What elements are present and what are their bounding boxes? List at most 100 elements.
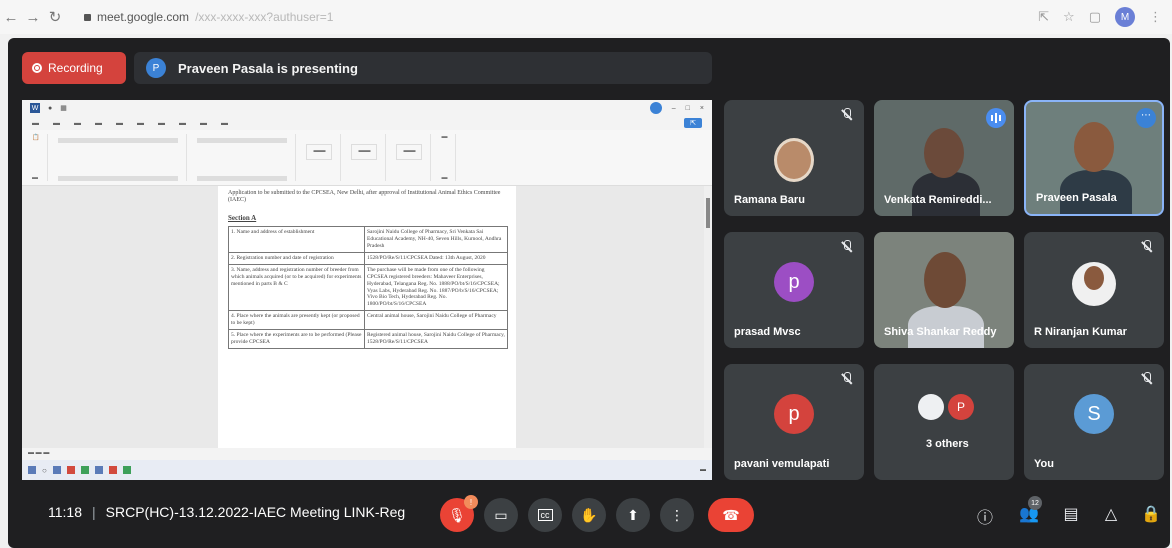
recording-indicator[interactable]: Recording — [22, 52, 126, 84]
others-avatar-photo — [918, 394, 944, 420]
url-path: /xxx-xxxx-xxx?authuser=1 — [195, 10, 334, 24]
separator: | — [92, 504, 96, 520]
document-area: Application to be submitted to the CPCSE… — [22, 186, 712, 448]
participant-face — [924, 128, 964, 178]
table-cell: 1. Name and address of establishment — [228, 226, 365, 253]
mic-off-icon — [1140, 240, 1154, 254]
participant-name: You — [1034, 458, 1054, 470]
taskbar-clock: ▬ — [700, 467, 706, 473]
more-options-button[interactable]: ⋮ — [660, 498, 694, 532]
minimize-icon: – — [671, 104, 676, 112]
table-row: 4. Place where the animals are presently… — [228, 310, 508, 330]
participant-tile[interactable]: Venkata Remireddi... — [874, 100, 1014, 216]
word-ribbon: 📋 ▬ ▬▬ ▬▬ ▬▬ ▬ ▬ — [22, 130, 712, 186]
forward-icon[interactable]: → — [22, 9, 44, 26]
word-titlebar: W ● ▦ – □ × — [22, 100, 712, 116]
sidepanel-icon[interactable]: ▢ — [1089, 9, 1101, 25]
participant-face — [924, 252, 966, 308]
word-statusbar: ▬ ▬ ▬ — [22, 448, 712, 460]
participant-tile[interactable]: Shiva Shankar Reddy — [874, 232, 1014, 348]
profile-avatar[interactable]: M — [1115, 7, 1135, 27]
mic-off-icon — [840, 108, 854, 122]
word-share-button: ⇱ — [684, 118, 702, 128]
word-icon: W — [30, 103, 40, 113]
hand-icon: ✋ — [580, 506, 598, 523]
participant-avatar: p — [774, 262, 814, 302]
meeting-name: SRCP(HC)-13.12.2022-IAEC Meeting LINK-Re… — [105, 504, 406, 520]
activities-icon[interactable]: △ — [1100, 504, 1122, 524]
table-cell: 1528/PO/Re/S/11/CPCSEA Dated: 13th Augus… — [364, 252, 508, 265]
presenting-text: Praveen Pasala is presenting — [178, 60, 358, 76]
participant-tile-active[interactable]: ⋯ Praveen Pasala — [1024, 100, 1164, 216]
browser-toolbar: ← → ↻ meet.google.com/xxx-xxxx-xxx?authu… — [0, 0, 1172, 34]
mic-off-icon — [840, 372, 854, 386]
reload-icon[interactable]: ↻ — [44, 8, 66, 26]
restore-icon: □ — [685, 104, 690, 112]
camera-button[interactable]: ▭ — [484, 498, 518, 532]
participant-tile[interactable]: Ramana Baru — [724, 100, 864, 216]
lock-icon — [84, 13, 91, 21]
table-cell: 5. Place where the experiments are to be… — [228, 328, 365, 349]
control-bar: 11:18 | SRCP(HC)-13.12.2022-IAEC Meeting… — [8, 482, 1170, 548]
others-tile[interactable]: P 3 others — [874, 364, 1014, 480]
doc-section-title: Section A — [228, 214, 257, 223]
record-icon — [32, 63, 42, 73]
share-icon[interactable]: ⇱ — [1038, 9, 1049, 25]
document-page: Application to be submitted to the CPCSE… — [218, 186, 516, 448]
raise-hand-button[interactable]: ✋ — [572, 498, 606, 532]
host-controls-icon[interactable]: 🔒 — [1140, 504, 1162, 524]
doc-scrollbar — [704, 186, 712, 448]
table-row: 5. Place where the experiments are to be… — [228, 328, 508, 349]
star-icon[interactable]: ☆ — [1063, 9, 1075, 25]
mic-off-icon — [840, 240, 854, 254]
save-icon: ▦ — [60, 105, 67, 112]
participant-face — [1084, 266, 1104, 290]
leave-call-button[interactable]: ☎ — [708, 498, 754, 532]
table-cell: Central animal house, Sarojini Naidu Col… — [364, 310, 508, 330]
presenter-avatar: P — [146, 58, 166, 78]
participant-name: prasad Mvsc — [734, 326, 801, 338]
mic-off-icon — [1140, 372, 1154, 386]
participant-name: Venkata Remireddi... — [884, 194, 992, 206]
participant-tile[interactable]: p prasad Mvsc — [724, 232, 864, 348]
participant-name: Praveen Pasala — [1036, 192, 1117, 204]
table-cell: 4. Place where the animals are presently… — [228, 310, 365, 330]
url-host: meet.google.com — [97, 10, 190, 24]
participant-name: Ramana Baru — [734, 194, 805, 206]
meeting-time: 11:18 — [48, 504, 82, 520]
participant-tile[interactable]: p pavani vemulapati — [724, 364, 864, 480]
participant-tile[interactable]: R Niranjan Kumar — [1024, 232, 1164, 348]
address-bar[interactable]: meet.google.com/xxx-xxxx-xxx?authuser=1 — [84, 10, 333, 24]
table-cell: Registered animal house, Sarojini Naidu … — [364, 328, 508, 349]
info-icon[interactable]: ⓘ — [974, 504, 996, 528]
self-tile[interactable]: S You — [1024, 364, 1164, 480]
menu-icon[interactable]: ⋮ — [1149, 9, 1162, 25]
table-row: 1. Name and address of establishment Sar… — [228, 226, 508, 253]
captions-button[interactable]: cc — [528, 498, 562, 532]
table-cell: Sarojini Naidu College of Pharmacy, Sri … — [364, 226, 508, 253]
mic-off-icon: 🎙 — [448, 506, 466, 523]
table-cell: 2. Registration number and date of regis… — [228, 252, 365, 265]
table-row: 3. Name, address and registration number… — [228, 263, 508, 312]
close-icon: × — [699, 104, 704, 112]
others-count: 3 others — [926, 438, 969, 450]
table-cell: The purchase will be made from one of th… — [364, 263, 508, 312]
participant-avatar: p — [774, 394, 814, 434]
participant-count-badge: 12 — [1028, 496, 1042, 510]
word-user-avatar — [649, 102, 662, 114]
people-icon[interactable]: 👥 12 — [1018, 496, 1042, 524]
meet-window: Recording P Praveen Pasala is presenting… — [8, 38, 1170, 548]
table-row: 2. Registration number and date of regis… — [228, 252, 508, 265]
others-avatar: P — [948, 394, 974, 420]
doc-intro: Application to be submitted to the CPCSE… — [228, 190, 501, 204]
back-icon[interactable]: ← — [0, 9, 22, 26]
participant-face — [1074, 122, 1114, 172]
camera-icon: ▭ — [494, 506, 508, 523]
doc-table: 1. Name and address of establishment Sar… — [228, 226, 508, 349]
table-cell: 3. Name, address and registration number… — [228, 263, 365, 312]
present-button[interactable]: ⬆ — [616, 498, 650, 532]
mic-warning-badge: ! — [464, 495, 478, 509]
more-options-icon[interactable]: ⋯ — [1136, 108, 1156, 128]
mic-button[interactable]: 🎙 ! — [440, 495, 478, 532]
chat-icon[interactable]: ▤ — [1060, 504, 1082, 524]
